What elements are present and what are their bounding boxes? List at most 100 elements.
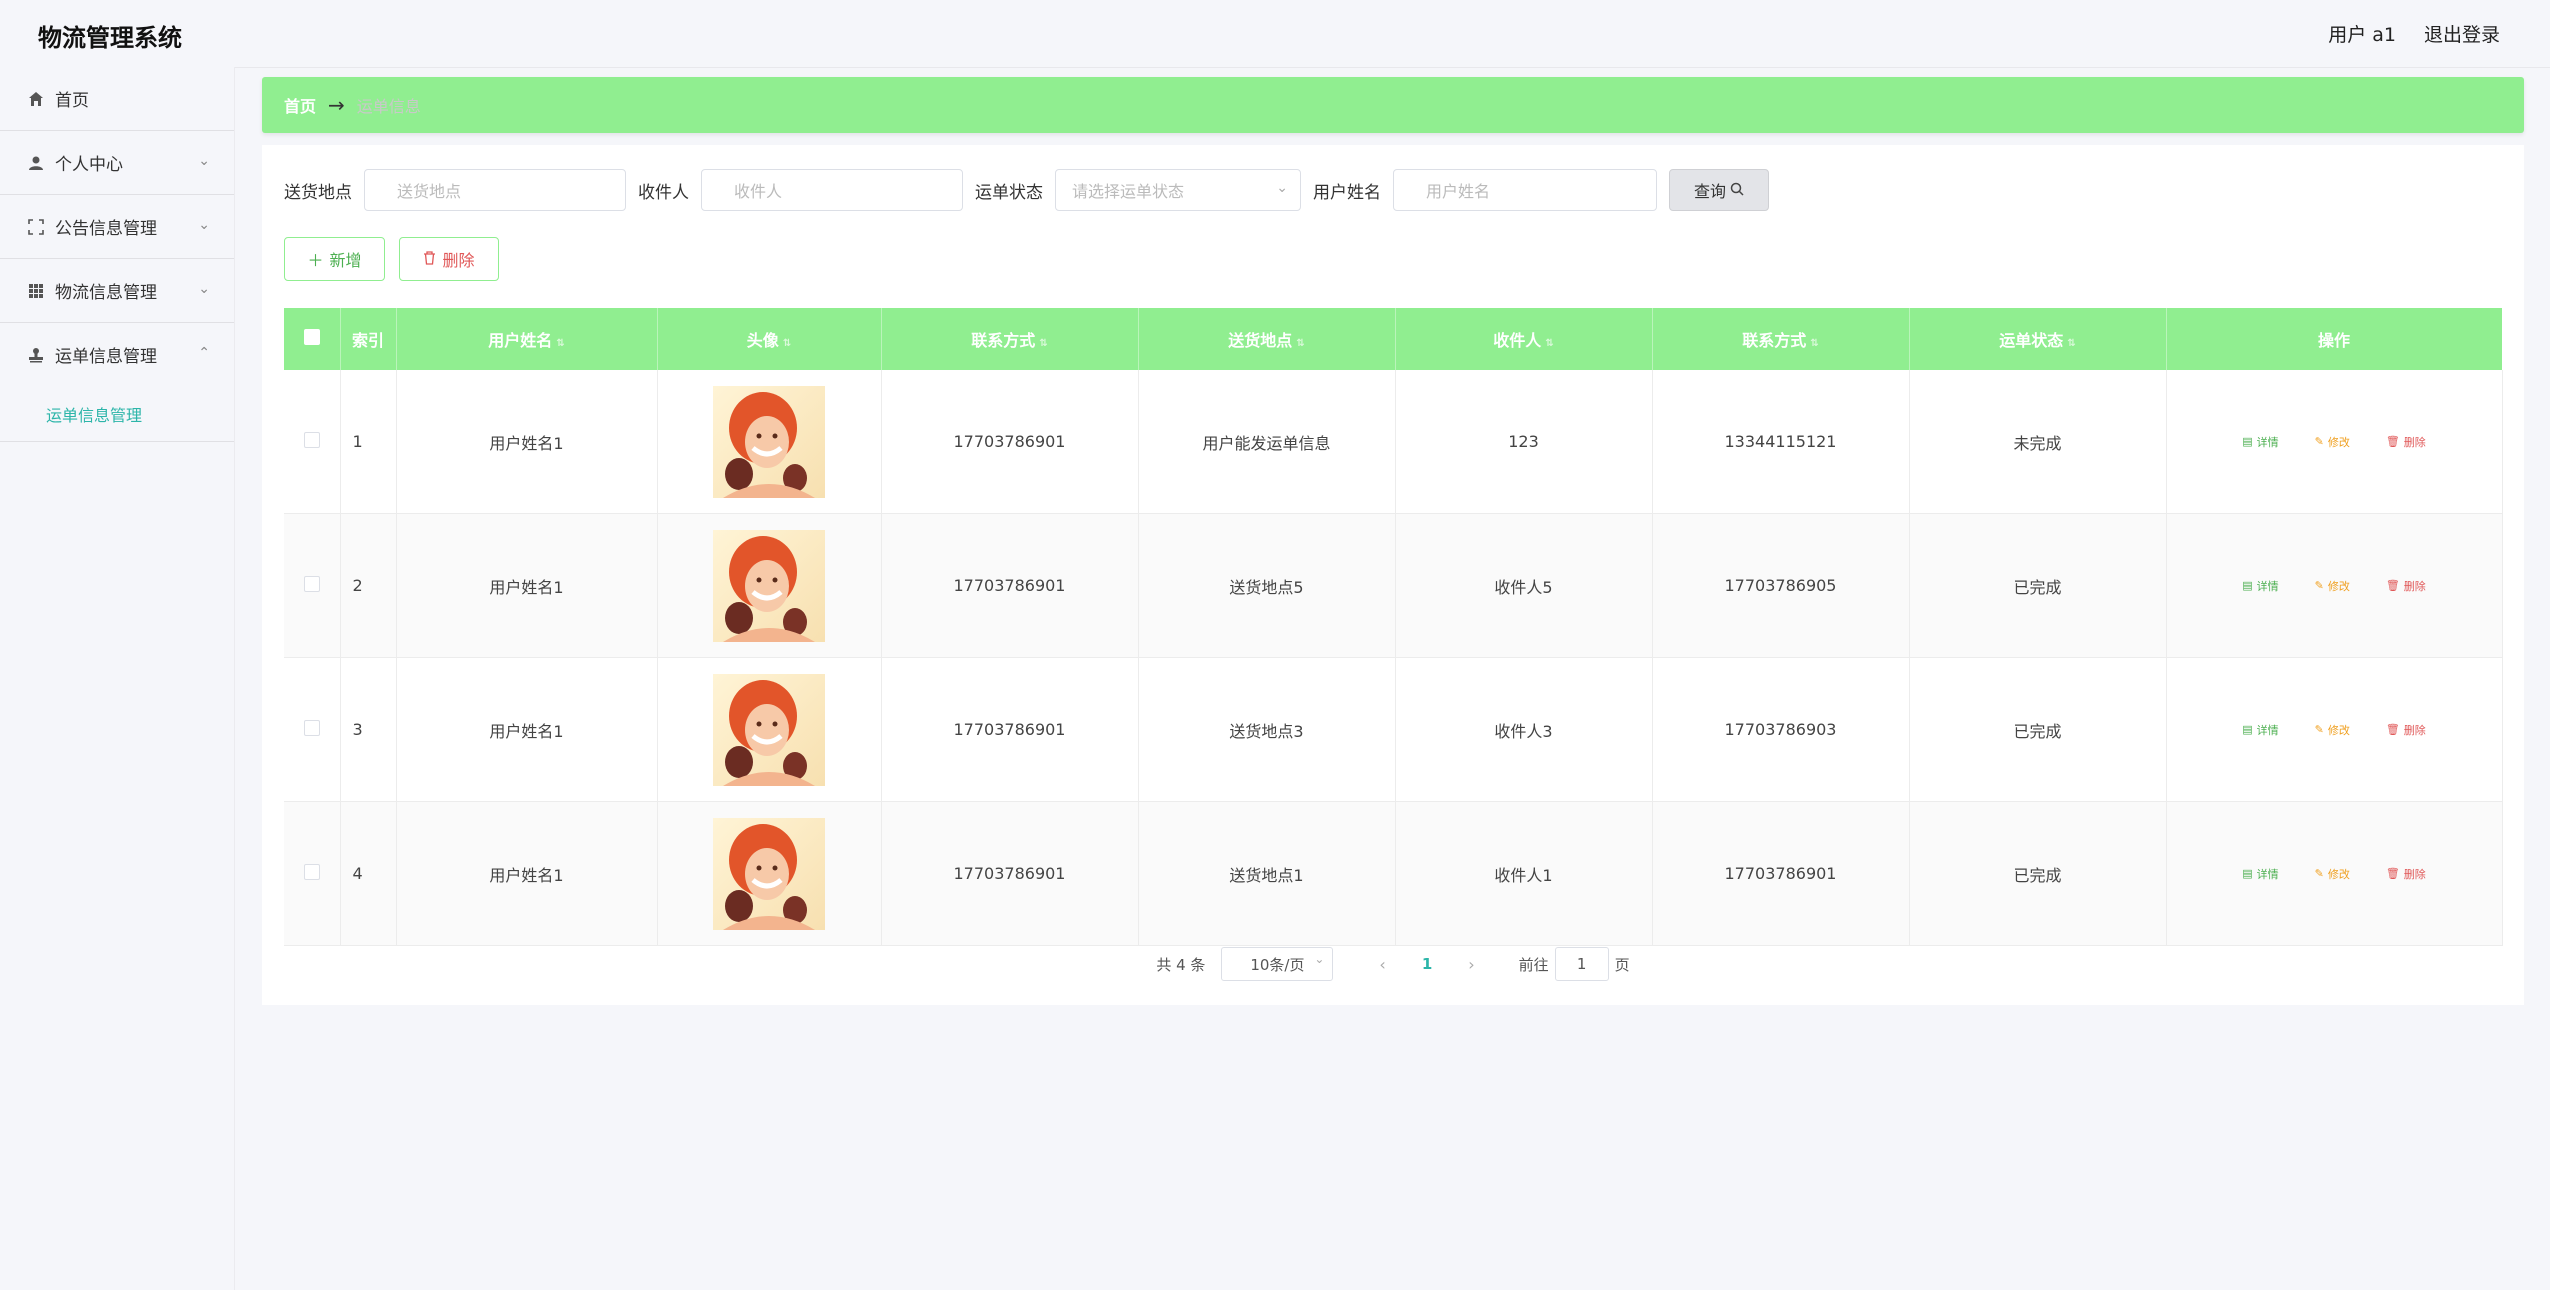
sort-icon: ⇅ bbox=[1039, 338, 1048, 349]
sidebar-item-label: 运单信息管理 bbox=[55, 347, 157, 367]
next-page-button[interactable]: › bbox=[1468, 955, 1474, 974]
row-address: 送货地点5 bbox=[1138, 513, 1396, 658]
frame-icon bbox=[27, 218, 45, 236]
row-receiver: 收件人1 bbox=[1395, 801, 1653, 946]
page-size-select[interactable]: 10条/页 ⌄ bbox=[1221, 947, 1334, 981]
row-index: 2 bbox=[340, 513, 397, 658]
edit-button[interactable]: ✎ 修改 bbox=[2315, 578, 2350, 594]
detail-label: 详情 bbox=[2256, 579, 2279, 593]
row-receiver: 收件人3 bbox=[1395, 657, 1653, 802]
pagination: 共 4 条 10条/页 ⌄ ‹ 1 › 前往 1 页 bbox=[262, 947, 2524, 981]
edit-button[interactable]: ✎ 修改 bbox=[2315, 434, 2350, 450]
detail-button[interactable]: ▤ 详情 bbox=[2242, 434, 2278, 450]
col-address[interactable]: 送货地点 ⇅ bbox=[1138, 308, 1396, 370]
row-receiver-phone: 13344115121 bbox=[1652, 370, 1910, 514]
row-delete-button[interactable]: 🗑 删除 bbox=[2386, 722, 2426, 738]
filter-bar: 送货地点 送货地点 收件人 收件人 运单状态 请选择运单状态 ⌄ 用户姓名 用户… bbox=[284, 167, 1769, 213]
table-row: 1 用户姓名1 17703786901 用户能发运单信息 123 1334411… bbox=[284, 370, 2503, 514]
col-phone[interactable]: 联系方式 ⇅ bbox=[881, 308, 1139, 370]
page-size-value: 10条/页 bbox=[1250, 955, 1305, 974]
status-select[interactable]: 请选择运单状态 ⌄ bbox=[1055, 169, 1301, 211]
col-receiver-phone[interactable]: 联系方式 ⇅ bbox=[1652, 308, 1910, 370]
address-input[interactable]: 送货地点 bbox=[364, 169, 626, 211]
sidebar-subitem-waybill-manage[interactable]: 运单信息管理 bbox=[0, 386, 234, 442]
col-avatar-label: 头像 bbox=[746, 331, 779, 350]
chevron-down-icon: ⌄ bbox=[198, 153, 210, 169]
grid-icon bbox=[27, 282, 45, 300]
trash-icon bbox=[423, 250, 436, 269]
avatar bbox=[713, 529, 825, 642]
detail-label: 详情 bbox=[2256, 867, 2279, 881]
detail-button[interactable]: ▤ 详情 bbox=[2242, 866, 2278, 882]
sidebar-item-label: 首页 bbox=[55, 91, 89, 111]
sidebar-item-notice[interactable]: 公告信息管理 ⌄ bbox=[0, 195, 234, 259]
col-username-label: 用户姓名 bbox=[488, 331, 553, 350]
edit-label: 修改 bbox=[2327, 579, 2350, 593]
col-avatar[interactable]: 头像 ⇅ bbox=[657, 308, 882, 370]
row-delete-label: 删除 bbox=[2403, 579, 2426, 593]
row-checkbox[interactable] bbox=[303, 863, 320, 880]
row-phone: 17703786901 bbox=[881, 801, 1139, 946]
avatar bbox=[713, 385, 825, 498]
row-address: 送货地点1 bbox=[1138, 801, 1396, 946]
row-phone: 17703786901 bbox=[881, 370, 1139, 514]
edit-button[interactable]: ✎ 修改 bbox=[2315, 722, 2350, 738]
col-status[interactable]: 运单状态 ⇅ bbox=[1909, 308, 2167, 370]
row-delete-button[interactable]: 🗑 删除 bbox=[2386, 434, 2426, 450]
status-label: 运单状态 bbox=[975, 182, 1043, 203]
chevron-down-icon: ⌄ bbox=[1314, 952, 1325, 966]
row-delete-label: 删除 bbox=[2403, 867, 2426, 881]
chevron-up-icon: ⌃ bbox=[198, 345, 210, 361]
prev-page-button[interactable]: ‹ bbox=[1379, 955, 1385, 974]
table-row: 4 用户姓名1 17703786901 送货地点1 收件人1 177037869… bbox=[284, 801, 2503, 946]
sidebar-item-profile[interactable]: 个人中心 ⌄ bbox=[0, 131, 234, 195]
chevron-down-icon: ⌄ bbox=[198, 281, 210, 297]
username-input[interactable]: 用户姓名 bbox=[1393, 169, 1657, 211]
page-number-current[interactable]: 1 bbox=[1422, 955, 1432, 973]
add-button[interactable]: ＋ 新增 bbox=[284, 237, 385, 281]
top-right-menu: 用户 a1 退出登录 bbox=[2328, 20, 2500, 47]
query-label: 查询 bbox=[1693, 182, 1726, 201]
col-username[interactable]: 用户姓名 ⇅ bbox=[396, 308, 658, 370]
row-ops: ▤ 详情 ✎ 修改 🗑 删除 bbox=[2166, 801, 2503, 946]
pencil-icon: ✎ bbox=[2314, 579, 2324, 592]
row-ops: ▤ 详情 ✎ 修改 🗑 删除 bbox=[2166, 513, 2503, 658]
row-checkbox[interactable] bbox=[303, 719, 320, 736]
main-panel: 送货地点 送货地点 收件人 收件人 运单状态 请选择运单状态 ⌄ 用户姓名 用户… bbox=[262, 145, 2524, 1005]
receiver-input[interactable]: 收件人 bbox=[701, 169, 963, 211]
edit-label: 修改 bbox=[2327, 435, 2350, 449]
row-receiver-phone: 17703786905 bbox=[1652, 513, 1910, 658]
detail-button[interactable]: ▤ 详情 bbox=[2242, 578, 2278, 594]
avatar bbox=[713, 817, 825, 930]
logout-link[interactable]: 退出登录 bbox=[2424, 20, 2500, 47]
sidebar-item-home[interactable]: 首页 bbox=[0, 67, 234, 131]
home-icon bbox=[27, 90, 45, 108]
row-checkbox[interactable] bbox=[303, 575, 320, 592]
query-button[interactable]: 查询 bbox=[1669, 169, 1769, 211]
sort-icon: ⇅ bbox=[2067, 338, 2076, 349]
edit-button[interactable]: ✎ 修改 bbox=[2315, 866, 2350, 882]
select-all-checkbox[interactable] bbox=[303, 329, 320, 345]
current-user-label[interactable]: 用户 a1 bbox=[2328, 20, 2396, 47]
goto-page-input[interactable]: 1 bbox=[1554, 947, 1609, 981]
edit-label: 修改 bbox=[2327, 867, 2350, 881]
col-status-label: 运单状态 bbox=[1999, 331, 2064, 350]
detail-button[interactable]: ▤ 详情 bbox=[2242, 722, 2278, 738]
row-select-cell bbox=[284, 801, 341, 946]
sidebar-item-label: 物流信息管理 bbox=[55, 283, 157, 303]
row-delete-button[interactable]: 🗑 删除 bbox=[2386, 578, 2426, 594]
row-status: 已完成 bbox=[1909, 513, 2167, 658]
row-delete-button[interactable]: 🗑 删除 bbox=[2386, 866, 2426, 882]
sidebar-item-waybill[interactable]: 运单信息管理 ⌃ bbox=[0, 323, 234, 386]
sidebar-item-logistics[interactable]: 物流信息管理 ⌄ bbox=[0, 259, 234, 323]
avatar bbox=[713, 673, 825, 786]
col-receiver[interactable]: 收件人 ⇅ bbox=[1395, 308, 1653, 370]
row-index: 4 bbox=[340, 801, 397, 946]
row-ops: ▤ 详情 ✎ 修改 🗑 删除 bbox=[2166, 370, 2503, 514]
batch-delete-button[interactable]: 删除 bbox=[399, 237, 499, 281]
breadcrumb-home[interactable]: 首页 bbox=[284, 93, 316, 117]
row-index: 3 bbox=[340, 657, 397, 802]
row-checkbox[interactable] bbox=[303, 431, 320, 448]
trash-icon: 🗑 bbox=[2385, 723, 2400, 736]
search-icon bbox=[1730, 181, 1744, 200]
